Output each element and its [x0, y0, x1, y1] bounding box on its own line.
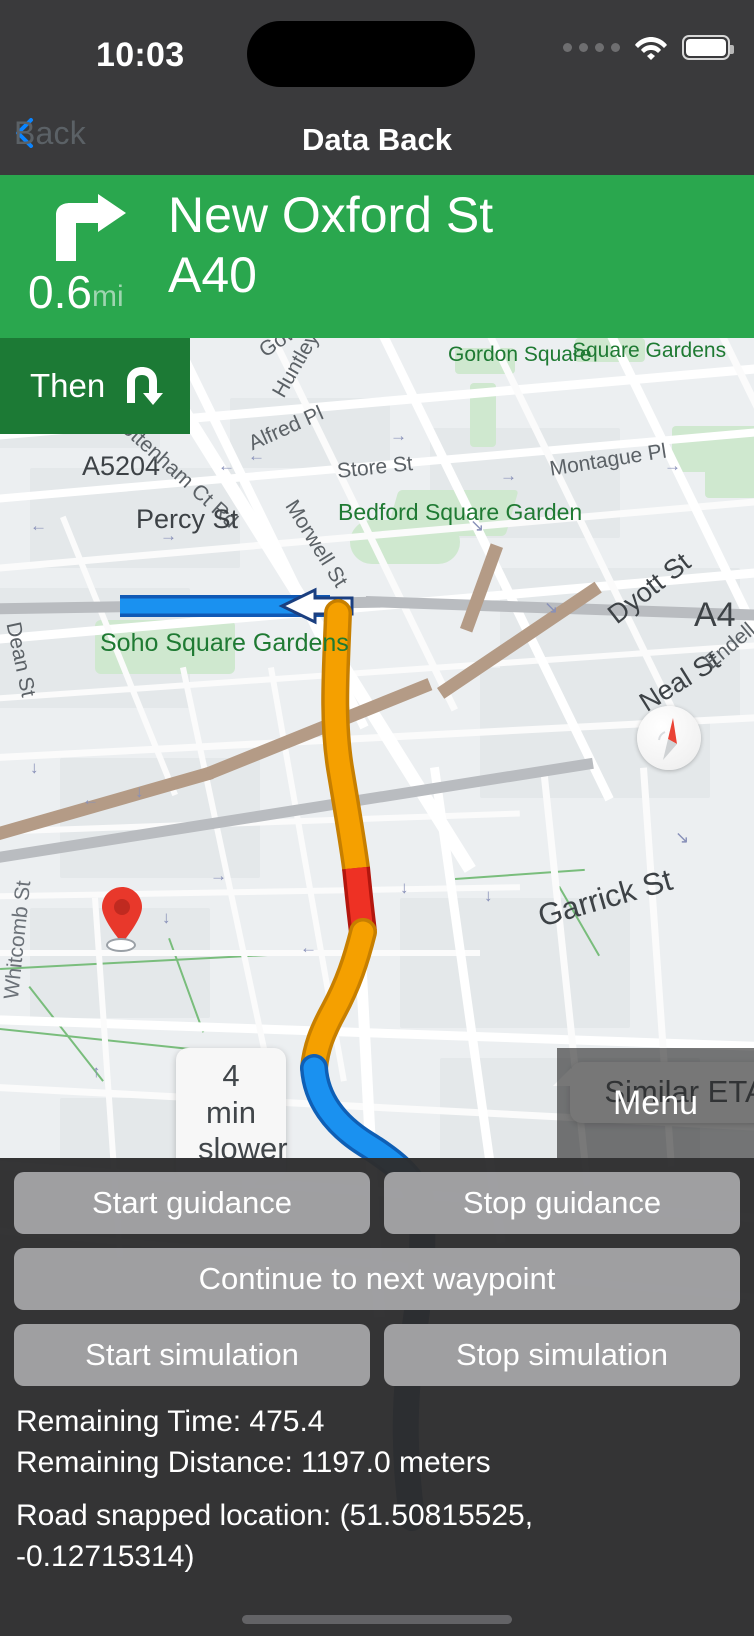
secondary-street-label: A40: [168, 247, 257, 303]
page-title: Data Back: [302, 122, 452, 157]
distance-value: 0.6: [28, 266, 92, 318]
distance-unit: mi: [91, 280, 124, 313]
primary-street-label: New Oxford St: [168, 187, 494, 243]
street-label: Percy St: [136, 504, 239, 534]
park-label-text: Square Gardens: [572, 339, 727, 362]
remaining-time-text: Remaining Time: 475.4: [16, 1405, 325, 1438]
park-label: Soho Square Gardens: [100, 628, 349, 659]
street-label: A4: [694, 596, 736, 634]
navigation-bar: Back Data Back: [0, 104, 754, 175]
start-guidance-button[interactable]: Start guidance: [14, 1172, 370, 1234]
map-pin-icon: [100, 886, 144, 944]
then-banner: Then: [0, 338, 190, 434]
then-label: Then: [30, 367, 106, 404]
distance-readout: 0.6 mi: [28, 269, 124, 315]
controls-panel: Start guidance Stop guidance Continue to…: [0, 1158, 754, 1636]
stop-guidance-button[interactable]: Stop guidance: [384, 1172, 740, 1234]
telemetry-readout: Remaining Time: 475.4 Remaining Distance…: [0, 1386, 754, 1576]
phone-screen: ← → ← → → ↘ → ← ↓ ← → ↓ ↓ ↓ ↓ ← ↘ ↑ ↓ ↘: [0, 0, 754, 1636]
park-label: Gordon Square: [448, 342, 592, 368]
guidance-banner[interactable]: 0.6 mi New Oxford St A40: [0, 175, 754, 338]
road-snapped-location-line-2: -0.12715314): [16, 1540, 195, 1573]
compass-needle-icon[interactable]: [637, 706, 701, 770]
guidance-button-row: Start guidance Stop guidance: [0, 1172, 754, 1234]
continue-waypoint-button[interactable]: Continue to next waypoint: [14, 1248, 740, 1310]
status-time: 10:03: [96, 36, 185, 74]
remaining-distance-text: Remaining Distance: 1197.0 meters: [16, 1446, 491, 1479]
signal-dots-icon: [563, 42, 620, 52]
stop-simulation-button[interactable]: Stop simulation: [384, 1324, 740, 1386]
callout-line-1: 4 min: [206, 1058, 256, 1130]
waypoint-button-row: Continue to next waypoint: [0, 1248, 754, 1310]
status-icons: [563, 34, 734, 60]
park-label-text: Soho Square Gardens: [100, 629, 349, 657]
home-indicator[interactable]: [242, 1615, 512, 1624]
battery-full-icon: [682, 34, 734, 60]
simulation-button-row: Start simulation Stop simulation: [0, 1324, 754, 1386]
status-bar: 10:03: [0, 0, 754, 104]
start-simulation-button[interactable]: Start simulation: [14, 1324, 370, 1386]
dynamic-island: [247, 21, 475, 87]
wifi-icon: [634, 34, 668, 60]
guidance-street-names: New Oxford St A40: [168, 185, 493, 305]
park-label: Square Gardens: [572, 338, 726, 364]
park-label-text: Gordon Square: [448, 343, 592, 366]
park-label: Bedford Square Garden: [338, 498, 582, 527]
park-label-text: Bedford Square Garden: [338, 499, 583, 525]
road-snapped-location-line-1: Road snapped location: (51.50815525,: [16, 1499, 534, 1532]
menu-button[interactable]: Menu: [557, 1048, 754, 1158]
uturn-right-icon: [121, 365, 164, 407]
turn-right-icon: [42, 193, 128, 263]
